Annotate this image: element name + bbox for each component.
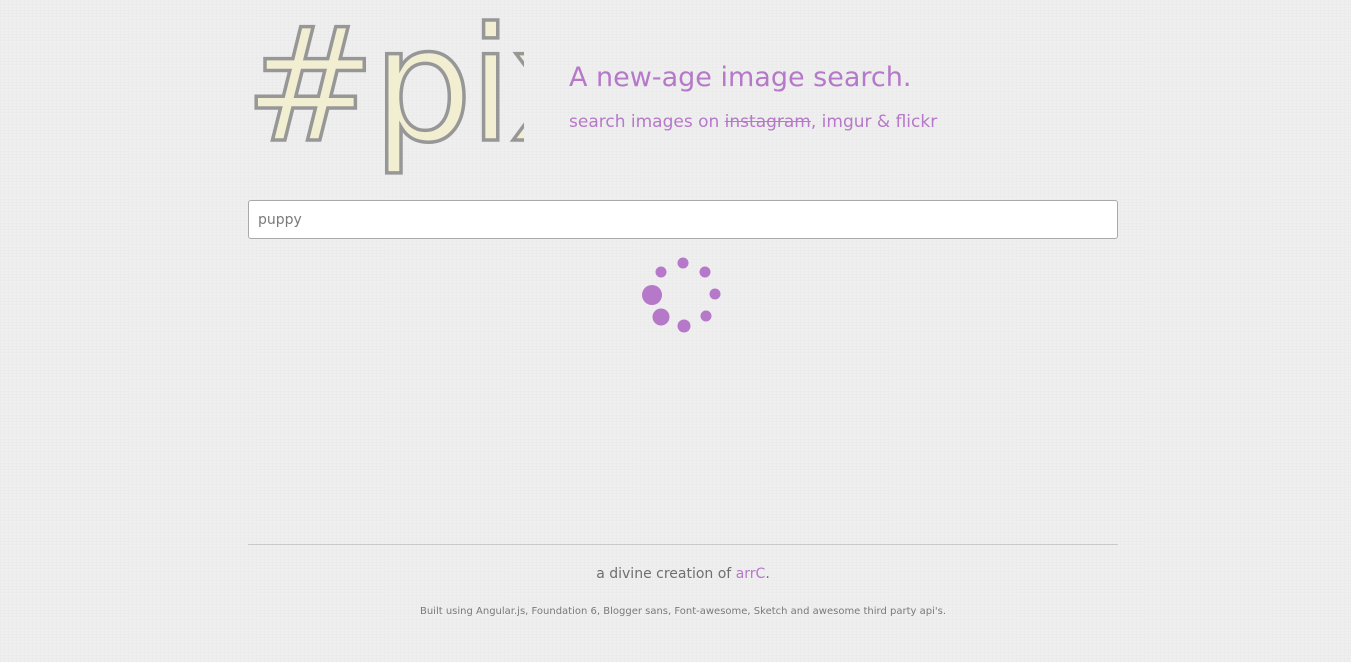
search-box: [248, 200, 1118, 239]
subtitle-strike: instagram: [724, 112, 811, 132]
page-subtitle: search images on instagram, imgur & flic…: [569, 112, 937, 132]
spinner-dot: [700, 310, 712, 322]
spinner-dot: [655, 266, 667, 278]
author-link[interactable]: arrC: [736, 566, 766, 582]
footer-built-with: Built using Angular.js, Foundation 6, Bl…: [419, 606, 947, 617]
search-input[interactable]: [249, 201, 1117, 238]
spinner-dot: [677, 257, 689, 269]
footer-credit: a divine creation of arrC.: [248, 566, 1118, 582]
credit-suffix: .: [765, 566, 770, 582]
spinner-dot: [642, 285, 662, 305]
credit-prefix: a divine creation of: [596, 566, 736, 582]
subtitle-prefix: search images on: [569, 112, 725, 132]
spinner-dot: [677, 319, 691, 333]
page-container: #pix A new-age image search. search imag…: [244, 0, 1118, 662]
spinner-dot: [709, 288, 721, 300]
page-title: A new-age image search.: [569, 62, 912, 93]
logo-text: #pix: [244, 18, 524, 178]
spinner-dot: [652, 308, 670, 326]
spinner-dot: [699, 266, 711, 278]
subtitle-suffix: , imgur & flickr: [810, 112, 938, 132]
footer-divider: [248, 544, 1118, 545]
loading-spinner-icon: [642, 257, 721, 333]
pix-logo: #pix: [244, 18, 524, 178]
